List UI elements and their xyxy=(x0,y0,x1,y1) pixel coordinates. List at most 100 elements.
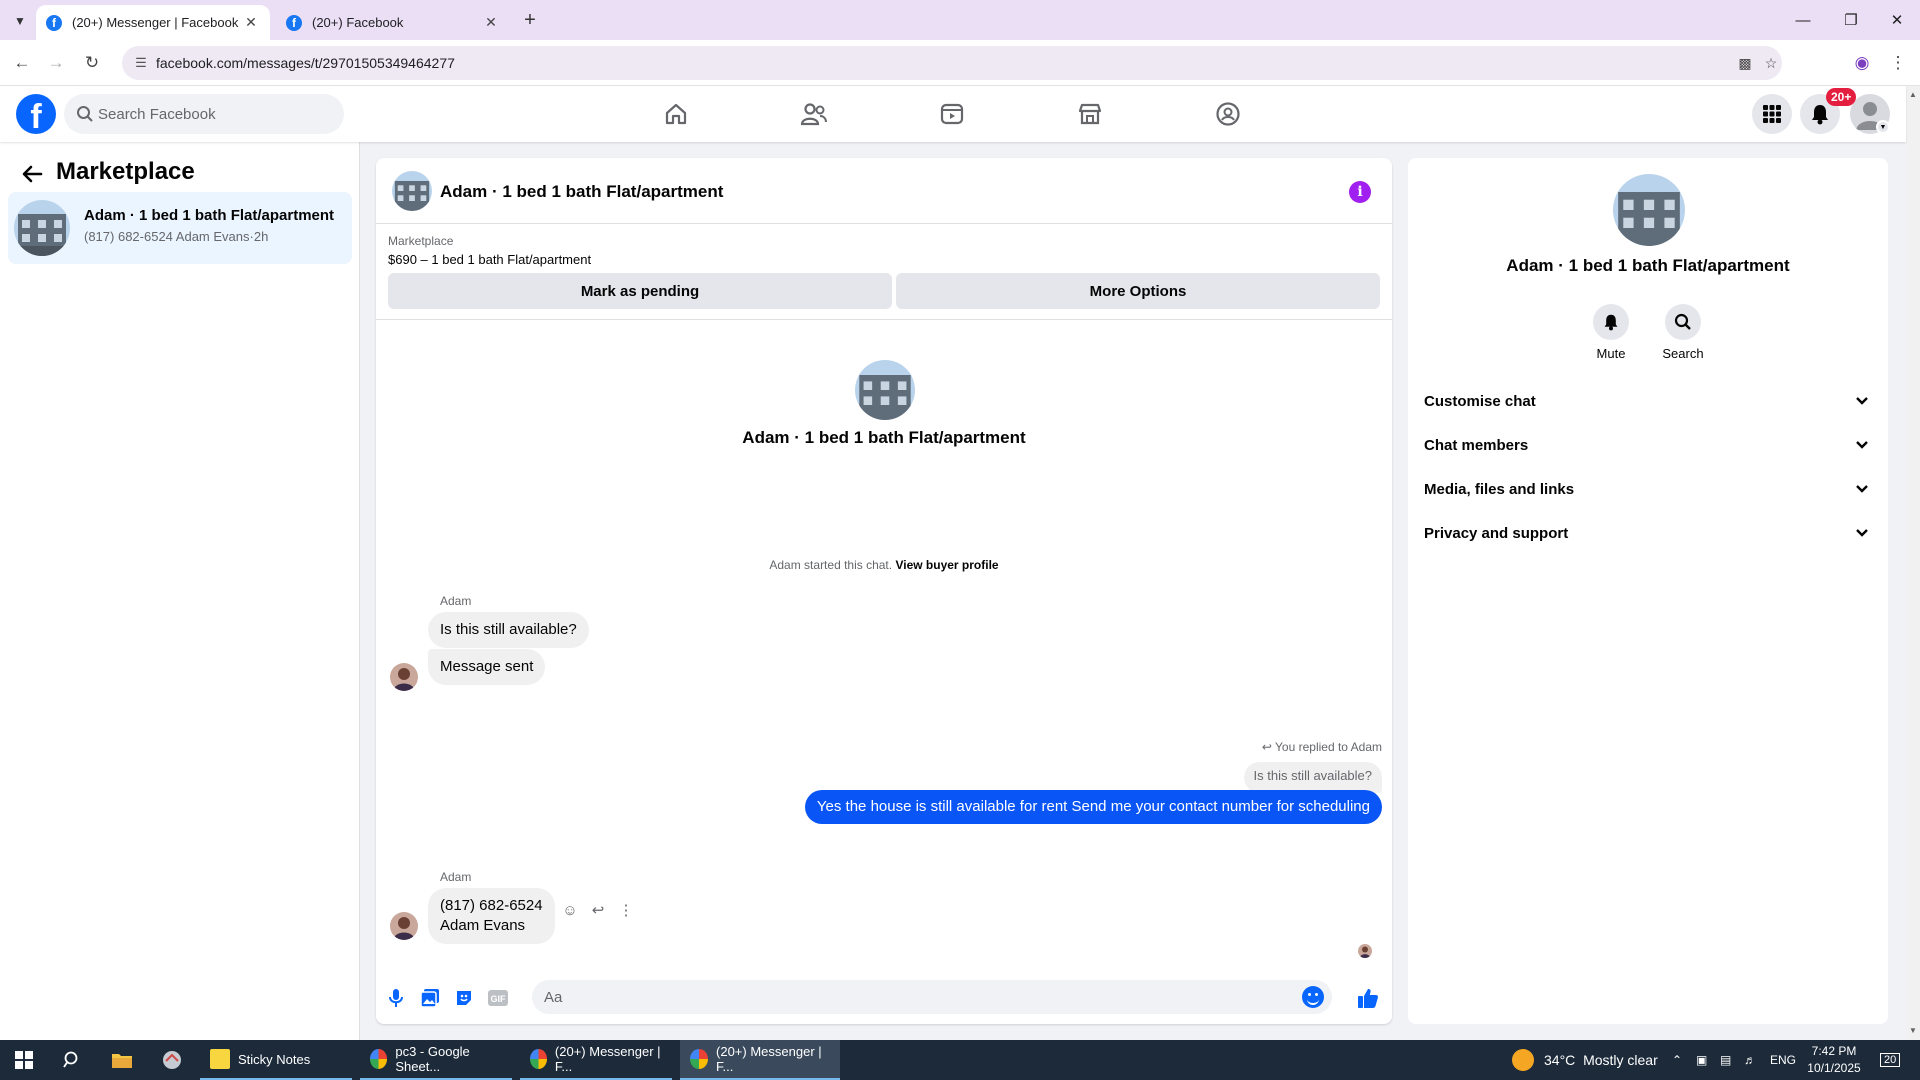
mute-button[interactable]: Mute xyxy=(1581,304,1641,361)
windows-start-icon[interactable] xyxy=(0,1040,48,1080)
menu-grid-icon[interactable] xyxy=(1752,94,1792,134)
taskbar-app-sheets[interactable]: pc3 - Google Sheet... xyxy=(360,1040,512,1080)
details-name: Adam · 1 bed 1 bath Flat/apartment xyxy=(1506,256,1790,275)
listing-price[interactable]: $690 – 1 bed 1 bath Flat/apartment xyxy=(388,252,591,267)
bell-icon xyxy=(1593,304,1629,340)
chrome-icon xyxy=(690,1049,709,1069)
message-bubble[interactable]: Is this still available? xyxy=(428,612,589,648)
marketplace-sidebar: Marketplace Adam · 1 bed 1 bath Flat/apa… xyxy=(0,142,360,1040)
windows-taskbar: Sticky Notes pc3 - Google Sheet... (20+)… xyxy=(0,1040,1920,1080)
browser-tab-bar: ▼ f (20+) Messenger | Facebook ✕ f (20+)… xyxy=(0,0,1920,40)
app-icon[interactable] xyxy=(148,1040,196,1080)
marketplace-icon[interactable] xyxy=(1034,86,1146,142)
search-in-chat-button[interactable]: Search xyxy=(1653,304,1713,361)
site-info-icon[interactable]: ☰ xyxy=(132,54,150,72)
view-buyer-profile-link[interactable]: View buyer profile xyxy=(895,558,998,572)
language-indicator[interactable]: ENG xyxy=(1770,1040,1796,1080)
chat-started-note: Adam started this chat. View buyer profi… xyxy=(769,558,999,572)
chat-title[interactable]: Adam · 1 bed 1 bath Flat/apartment xyxy=(440,182,723,202)
sticker-icon[interactable] xyxy=(452,986,476,1010)
message-bubble[interactable]: Message sent xyxy=(428,649,546,685)
tab-messenger[interactable]: f (20+) Messenger | Facebook ✕ xyxy=(36,5,270,40)
search-input[interactable] xyxy=(98,94,334,134)
microphone-icon[interactable] xyxy=(384,986,408,1010)
thumbs-up-icon[interactable] xyxy=(1356,986,1380,1010)
intro-name: Adam · 1 bed 1 bath Flat/apartment xyxy=(742,428,1026,447)
url-text[interactable]: facebook.com/messages/t/2970150534946427… xyxy=(156,55,455,71)
friends-icon[interactable] xyxy=(758,86,870,142)
taskbar-app-messenger[interactable]: (20+) Messenger | F... xyxy=(520,1040,672,1080)
chat-panel: Adam · 1 bed 1 bath Flat/apartment i Mar… xyxy=(376,158,1392,1024)
file-explorer-icon[interactable] xyxy=(98,1040,146,1080)
taskbar-app-sticky-notes[interactable]: Sticky Notes xyxy=(200,1040,352,1080)
tab-label: (20+) Messenger | Facebook xyxy=(72,15,239,30)
groups-icon[interactable] xyxy=(1172,86,1284,142)
customise-chat-section[interactable]: Customise chat xyxy=(1416,381,1880,421)
quoted-message[interactable]: Is this still available? xyxy=(1243,762,1382,793)
clock[interactable]: 7:42 PM 10/1/2025 xyxy=(1796,1043,1872,1077)
chat-avatar[interactable] xyxy=(392,171,432,211)
page-scrollbar[interactable]: ▲ ▼ xyxy=(1906,86,1920,1040)
facebook-search[interactable] xyxy=(64,94,344,134)
emoji-icon[interactable] xyxy=(1302,986,1324,1008)
react-icon[interactable]: ☺ xyxy=(561,901,579,919)
scroll-down-icon[interactable]: ▼ xyxy=(1909,1026,1917,1035)
home-icon[interactable] xyxy=(620,86,732,142)
conversation-item[interactable]: Adam · 1 bed 1 bath Flat/apartment (817)… xyxy=(8,192,352,264)
close-tab-icon[interactable]: ✕ xyxy=(242,14,260,32)
meet-now-icon[interactable]: ▣ xyxy=(1696,1040,1707,1080)
message-field[interactable] xyxy=(532,980,1332,1014)
message-input[interactable] xyxy=(544,980,1284,1014)
photo-icon[interactable] xyxy=(418,986,442,1010)
maximize-icon[interactable]: ❐ xyxy=(1828,0,1874,40)
weather-widget[interactable]: 34°C Mostly clear xyxy=(1512,1040,1658,1080)
search-icon[interactable] xyxy=(48,1040,96,1080)
message-composer: GIF xyxy=(376,975,1392,1023)
mark-as-pending-button[interactable]: Mark as pending xyxy=(388,273,892,309)
message-bubble[interactable]: (817) 682-6524 Adam Evans xyxy=(428,888,555,944)
back-arrow-icon[interactable] xyxy=(18,160,46,188)
install-icon[interactable]: ▩ xyxy=(1736,54,1754,72)
tab-list-icon[interactable]: ▼ xyxy=(8,9,32,33)
gif-icon[interactable]: GIF xyxy=(486,986,510,1010)
forward-icon[interactable]: → xyxy=(42,49,70,77)
bookmark-star-icon[interactable]: ☆ xyxy=(1762,54,1780,72)
facebook-logo-icon[interactable]: f xyxy=(16,94,56,134)
menu-icon[interactable]: ⋮ xyxy=(1884,49,1912,77)
conversation-snippet: (817) 682-6524 Adam Evans·2h xyxy=(84,229,269,244)
tab-facebook[interactable]: f (20+) Facebook ✕ xyxy=(276,5,510,40)
seen-avatar xyxy=(1358,944,1372,958)
more-icon[interactable]: ⋮ xyxy=(617,901,635,919)
privacy-support-section[interactable]: Privacy and support xyxy=(1416,513,1880,553)
address-bar[interactable]: ☰ facebook.com/messages/t/29701505349464… xyxy=(122,46,1782,80)
chevron-down-icon[interactable]: ▼ xyxy=(1876,120,1890,134)
tab-label: (20+) Facebook xyxy=(312,15,404,30)
avatar[interactable] xyxy=(390,663,418,691)
new-tab-icon[interactable]: + xyxy=(518,8,542,32)
profile-icon[interactable]: ◉ xyxy=(1848,49,1876,77)
search-icon xyxy=(1665,304,1701,340)
details-avatar[interactable] xyxy=(1613,174,1685,246)
message-bubble-outgoing[interactable]: Yes the house is still available for ren… xyxy=(804,790,1382,824)
search-icon xyxy=(77,106,93,122)
reload-icon[interactable]: ↻ xyxy=(78,49,106,77)
chevron-up-icon[interactable]: ⌃ xyxy=(1672,1040,1682,1080)
reply-icon[interactable]: ↩ xyxy=(589,901,607,919)
close-icon[interactable]: ✕ xyxy=(1874,0,1920,40)
video-icon[interactable] xyxy=(896,86,1008,142)
volume-icon[interactable]: ♬ xyxy=(1744,1040,1756,1080)
sender-name: Adam xyxy=(440,594,472,608)
notifications-icon[interactable]: 20 xyxy=(1880,1040,1901,1080)
media-files-links-section[interactable]: Media, files and links xyxy=(1416,469,1880,509)
minimize-icon[interactable]: — xyxy=(1780,0,1826,40)
back-icon[interactable]: ← xyxy=(8,49,36,77)
taskbar-app-messenger-active[interactable]: (20+) Messenger | F... xyxy=(680,1040,840,1080)
info-icon[interactable]: i xyxy=(1349,181,1371,203)
network-icon[interactable]: ▤ xyxy=(1720,1040,1731,1080)
avatar[interactable] xyxy=(390,912,418,940)
address-toolbar: ← → ↻ ☰ facebook.com/messages/t/29701505… xyxy=(0,40,1920,86)
chat-members-section[interactable]: Chat members xyxy=(1416,425,1880,465)
more-options-button[interactable]: More Options xyxy=(896,273,1380,309)
scroll-up-icon[interactable]: ▲ xyxy=(1909,90,1917,99)
close-tab-icon[interactable]: ✕ xyxy=(482,14,500,32)
